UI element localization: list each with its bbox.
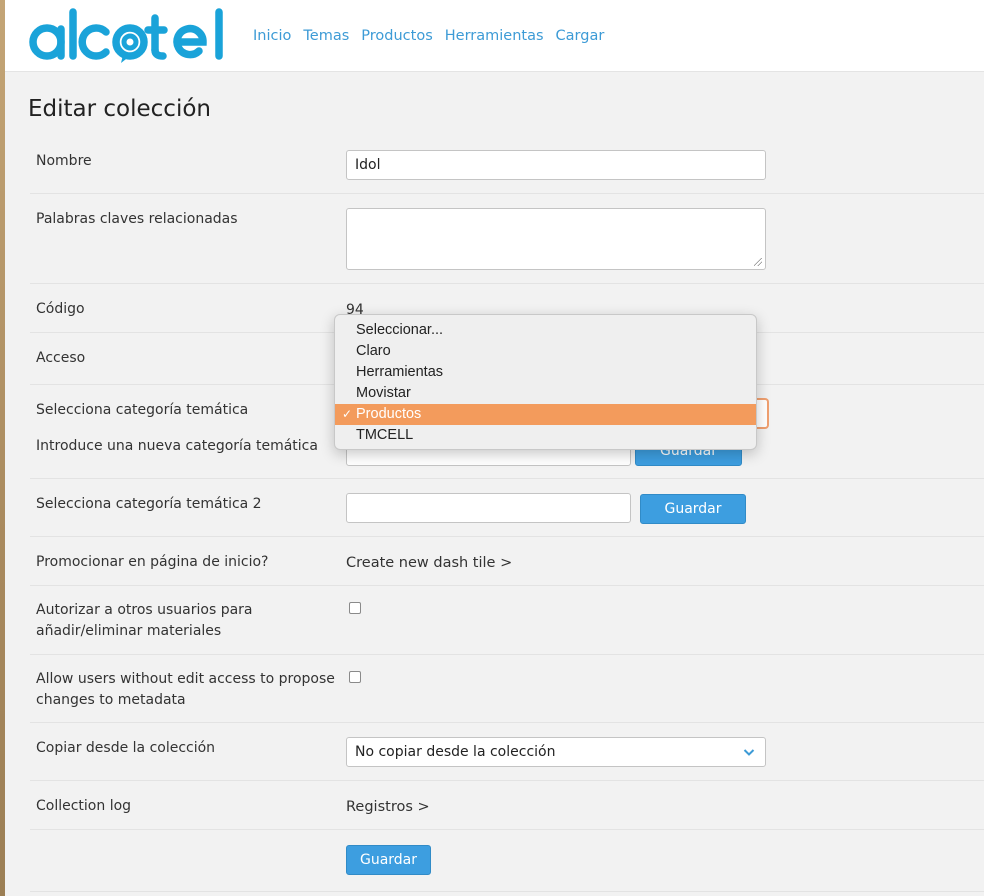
row-allow-propose: Allow users without edit access to propo… xyxy=(30,655,984,723)
chevron-down-icon xyxy=(743,749,755,756)
copiar-select[interactable]: No copiar desde la colección xyxy=(346,737,766,767)
row-keywords: Palabras claves relacionadas xyxy=(30,194,984,284)
nav-productos[interactable]: Productos xyxy=(361,28,432,44)
categoria-label: Selecciona categoría temática xyxy=(36,402,249,418)
main-nav: Inicio Temas Productos Herramientas Carg… xyxy=(253,28,616,44)
keywords-label: Palabras claves relacionadas xyxy=(36,211,238,227)
row-categoria2: Selecciona categoría temática 2 Guardar xyxy=(30,479,984,537)
submit-save-button[interactable]: Guardar xyxy=(346,845,431,875)
allow-propose-label-line2: changes to metadata xyxy=(36,692,186,708)
autorizar-label-line1: Autorizar a otros usuarios para xyxy=(36,602,253,618)
resize-grip-icon[interactable] xyxy=(754,258,762,266)
log-label: Collection log xyxy=(36,798,132,814)
nav-inicio[interactable]: Inicio xyxy=(253,28,291,44)
categoria2-label: Selecciona categoría temática 2 xyxy=(36,496,262,512)
alcatel-logo[interactable] xyxy=(27,6,231,64)
categoria-dropdown-menu: Seleccionar... Claro Herramientas Movist… xyxy=(334,314,757,450)
checkmark-icon: ✓ xyxy=(342,407,353,421)
row-autorizar: Autorizar a otros usuarios para añadir/e… xyxy=(30,586,984,655)
dropdown-option[interactable]: Seleccionar... xyxy=(335,320,756,341)
row-nombre: Nombre xyxy=(30,140,984,194)
nombre-input[interactable] xyxy=(346,150,766,180)
dropdown-option[interactable]: Movistar xyxy=(335,383,756,404)
nav-temas[interactable]: Temas xyxy=(303,28,349,44)
row-log: Collection log Registros > xyxy=(30,781,984,830)
browser-page: Inicio Temas Productos Herramientas Carg… xyxy=(5,0,984,896)
copiar-label: Copiar desde la colección xyxy=(36,740,216,756)
dropdown-option-selected[interactable]: ✓ Productos xyxy=(335,404,756,425)
dropdown-option[interactable]: Herramientas xyxy=(335,362,756,383)
promocionar-label: Promocionar en página de inicio? xyxy=(36,554,269,570)
create-dash-tile-link[interactable]: Create new dash tile > xyxy=(346,555,512,571)
row-submit: Guardar xyxy=(30,830,984,892)
allow-propose-checkbox[interactable] xyxy=(349,671,361,683)
categoria2-save-button[interactable]: Guardar xyxy=(640,494,746,524)
site-header: Inicio Temas Productos Herramientas Carg… xyxy=(5,0,984,72)
categoria2-input[interactable] xyxy=(346,493,631,523)
nav-cargar[interactable]: Cargar xyxy=(556,28,605,44)
page-title: Editar colección xyxy=(28,96,211,122)
acceso-label: Acceso xyxy=(36,350,86,366)
dropdown-option[interactable]: Claro xyxy=(335,341,756,362)
codigo-label: Código xyxy=(36,301,85,317)
nueva-categoria-label: Introduce una nueva categoría temática xyxy=(36,438,318,454)
row-copiar: Copiar desde la colección No copiar desd… xyxy=(30,723,984,781)
row-promocionar: Promocionar en página de inicio? Create … xyxy=(30,537,984,586)
autorizar-label-line2: añadir/eliminar materiales xyxy=(36,623,222,639)
registros-link[interactable]: Registros > xyxy=(346,799,430,815)
nav-herramientas[interactable]: Herramientas xyxy=(445,28,544,44)
allow-propose-label-line1: Allow users without edit access to propo… xyxy=(36,671,335,687)
nombre-label: Nombre xyxy=(36,153,92,169)
dropdown-option-label: Productos xyxy=(356,406,422,422)
keywords-textarea[interactable] xyxy=(346,208,766,270)
copiar-select-value: No copiar desde la colección xyxy=(355,744,556,760)
autorizar-checkbox[interactable] xyxy=(349,602,361,614)
dropdown-option[interactable]: TMCELL xyxy=(335,425,756,446)
